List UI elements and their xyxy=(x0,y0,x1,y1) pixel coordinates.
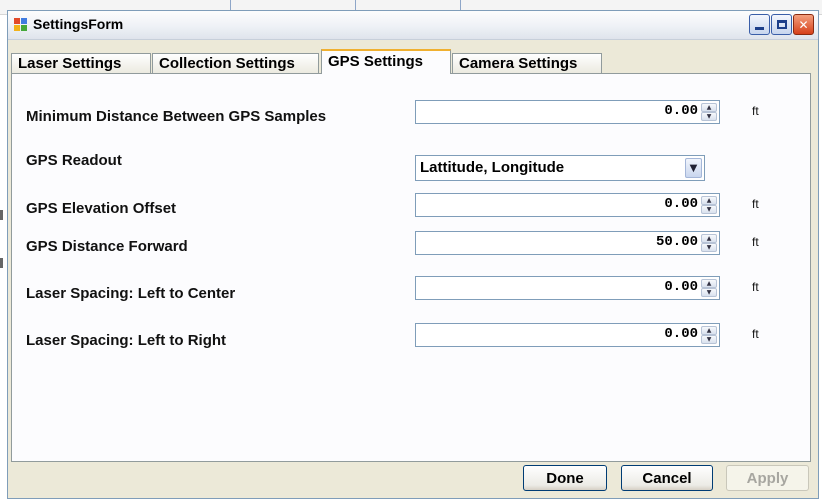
spin-down-icon[interactable]: ▼ xyxy=(701,112,717,121)
background-edge-mark xyxy=(0,210,3,220)
laser-left-right-spinner[interactable]: ▲ ▼ xyxy=(701,326,717,344)
spin-down-icon[interactable]: ▼ xyxy=(701,243,717,252)
elevation-offset-value: 0.00 xyxy=(664,196,698,212)
min-distance-spinner[interactable]: ▲ ▼ xyxy=(701,103,717,121)
minimize-button[interactable] xyxy=(749,14,770,35)
settings-window: SettingsForm ✕ Laser Settings Collection… xyxy=(7,10,819,499)
tab-camera-settings[interactable]: Camera Settings xyxy=(452,53,602,73)
min-distance-label: Minimum Distance Between GPS Samples xyxy=(26,108,327,125)
laser-left-right-label: Laser Spacing: Left to Right xyxy=(26,332,227,349)
laser-left-center-unit: ft xyxy=(752,280,759,294)
laser-left-right-unit: ft xyxy=(752,327,759,341)
gps-readout-label: GPS Readout xyxy=(26,152,122,169)
tab-gps-settings[interactable]: GPS Settings xyxy=(321,49,451,74)
elevation-offset-unit: ft xyxy=(752,197,759,211)
laser-left-right-input[interactable]: 0.00 ▲ ▼ xyxy=(415,323,720,347)
laser-left-right-value: 0.00 xyxy=(664,326,698,342)
distance-forward-unit: ft xyxy=(752,235,759,249)
spin-down-icon[interactable]: ▼ xyxy=(701,205,717,214)
laser-left-center-value: 0.00 xyxy=(664,279,698,295)
window-title: SettingsForm xyxy=(33,16,124,32)
cancel-button[interactable]: Cancel xyxy=(621,465,713,491)
maximize-button[interactable] xyxy=(771,14,792,35)
min-distance-value: 0.00 xyxy=(664,103,698,119)
gps-readout-value: Lattitude, Longitude xyxy=(420,159,565,176)
app-icon xyxy=(14,18,29,32)
min-distance-input[interactable]: 0.00 ▲ ▼ xyxy=(415,100,720,124)
elevation-offset-spinner[interactable]: ▲ ▼ xyxy=(701,196,717,214)
apply-button[interactable]: Apply xyxy=(726,465,809,491)
distance-forward-value: 50.00 xyxy=(655,234,698,250)
elevation-offset-input[interactable]: 0.00 ▲ ▼ xyxy=(415,193,720,217)
minimize-icon xyxy=(755,27,764,30)
spin-up-icon[interactable]: ▲ xyxy=(701,279,717,288)
background-edge-mark xyxy=(0,258,3,268)
spin-up-icon[interactable]: ▲ xyxy=(701,326,717,335)
gps-settings-page: Minimum Distance Between GPS Samples 0.0… xyxy=(11,73,811,462)
spin-up-icon[interactable]: ▲ xyxy=(701,234,717,243)
close-icon: ✕ xyxy=(798,17,809,32)
spin-down-icon[interactable]: ▼ xyxy=(701,288,717,297)
maximize-icon xyxy=(776,20,787,29)
gps-readout-select[interactable]: Lattitude, Longitude ▼ xyxy=(415,155,705,181)
chevron-down-icon[interactable]: ▼ xyxy=(685,158,702,178)
distance-forward-input[interactable]: 50.00 ▲ ▼ xyxy=(415,231,720,255)
laser-left-center-input[interactable]: 0.00 ▲ ▼ xyxy=(415,276,720,300)
title-bar[interactable]: SettingsForm ✕ xyxy=(8,11,818,40)
close-button[interactable]: ✕ xyxy=(793,14,814,35)
spin-up-icon[interactable]: ▲ xyxy=(701,196,717,205)
elevation-offset-label: GPS Elevation Offset xyxy=(26,200,177,217)
laser-left-center-spinner[interactable]: ▲ ▼ xyxy=(701,279,717,297)
spin-down-icon[interactable]: ▼ xyxy=(701,335,717,344)
distance-forward-spinner[interactable]: ▲ ▼ xyxy=(701,234,717,252)
min-distance-unit: ft xyxy=(752,104,759,118)
tab-laser-settings[interactable]: Laser Settings xyxy=(11,53,151,73)
distance-forward-label: GPS Distance Forward xyxy=(26,238,188,255)
spin-up-icon[interactable]: ▲ xyxy=(701,103,717,112)
tab-collection-settings[interactable]: Collection Settings xyxy=(152,53,319,73)
done-button[interactable]: Done xyxy=(523,465,607,491)
laser-left-center-label: Laser Spacing: Left to Center xyxy=(26,285,236,302)
